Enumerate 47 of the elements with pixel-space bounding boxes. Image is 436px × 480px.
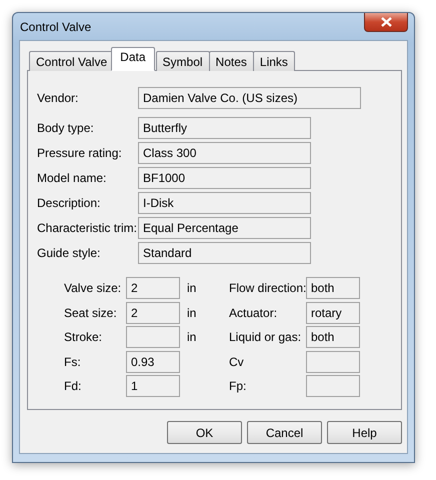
input-field[interactable]: Equal Percentage <box>138 216 311 238</box>
field-label: Description: <box>37 196 102 210</box>
field-label: Guide style: <box>37 246 102 260</box>
close-button[interactable] <box>364 13 408 32</box>
field-label: Pressure rating: <box>37 146 123 160</box>
field-label: Stroke: <box>64 330 104 344</box>
input-field[interactable]: BF1000 <box>138 166 311 188</box>
dialog-button[interactable]: OK <box>167 421 242 444</box>
input-field[interactable]: 2 <box>126 302 180 324</box>
field-label: Vendor: <box>37 90 80 104</box>
input-field[interactable] <box>306 375 360 398</box>
unit-label: in <box>187 281 196 296</box>
field-label: Characteristic trim: <box>37 220 138 234</box>
window-title: Control Valve <box>20 20 92 34</box>
input-field[interactable]: Damien Valve Co. (US sizes) <box>138 86 361 108</box>
dialog-button[interactable]: Help <box>327 421 402 444</box>
input-field[interactable]: 1 <box>126 375 180 398</box>
field-label: Fd: <box>64 379 82 394</box>
input-field[interactable]: 0.93 <box>126 350 180 373</box>
input-field[interactable]: I-Disk <box>138 192 311 214</box>
input-field[interactable] <box>126 326 180 348</box>
field-label: Cv <box>229 354 245 369</box>
close-icon <box>380 17 392 27</box>
input-field[interactable]: Class 300 <box>138 142 311 164</box>
field-label: Seat size: <box>64 306 118 320</box>
tab[interactable]: Links <box>252 51 295 71</box>
unit-label: in <box>187 306 196 320</box>
unit-label: in <box>187 330 196 344</box>
field-label: Fp: <box>229 379 248 394</box>
field-label: Fs: <box>64 354 82 369</box>
input-field[interactable]: both <box>306 326 360 348</box>
field-label: Body type: <box>37 120 95 134</box>
tab[interactable]: Data <box>111 47 155 71</box>
input-field[interactable] <box>306 350 360 373</box>
field-label: Flow direction: <box>229 281 306 296</box>
field-label: Actuator: <box>229 306 278 320</box>
input-field[interactable]: 2 <box>126 277 180 300</box>
input-field[interactable]: both <box>306 277 360 300</box>
input-field[interactable]: rotary <box>306 302 360 324</box>
dialog-button[interactable]: Cancel <box>247 421 322 444</box>
field-label: Model name: <box>37 170 108 184</box>
field-label: Liquid or gas: <box>229 330 302 344</box>
input-field[interactable]: Standard <box>138 242 311 264</box>
input-field[interactable]: Butterfly <box>138 116 311 138</box>
tab[interactable]: Symbol <box>156 51 210 71</box>
field-label: Valve size: <box>64 281 122 296</box>
tab[interactable]: Notes <box>208 51 254 71</box>
